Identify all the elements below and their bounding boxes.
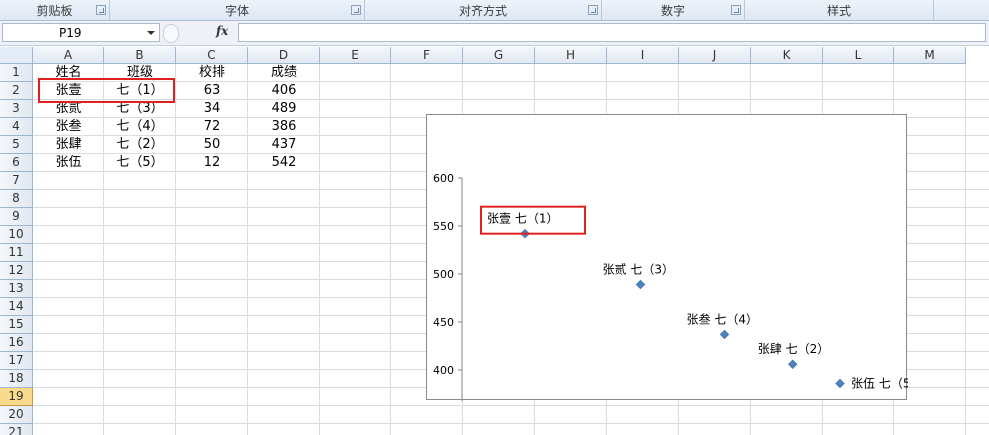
row-header-5[interactable]: 5 bbox=[0, 136, 33, 154]
data-point-label: 张叁 七（4） bbox=[687, 311, 758, 326]
data-cell[interactable]: 七（5） bbox=[104, 154, 176, 172]
select-all-button[interactable] bbox=[0, 47, 33, 64]
dialog-launcher-icon[interactable] bbox=[351, 5, 361, 15]
column-header-k[interactable]: K bbox=[751, 47, 823, 64]
ribbon-group-number: 数字 bbox=[602, 0, 745, 20]
header-cell[interactable]: 校排 bbox=[176, 64, 248, 82]
y-tick-label: 450 bbox=[433, 316, 454, 329]
data-cell[interactable]: 七（2） bbox=[104, 136, 176, 154]
data-cell[interactable]: 张伍 bbox=[33, 154, 104, 172]
row-header-20[interactable]: 20 bbox=[0, 406, 33, 424]
row-header-6[interactable]: 6 bbox=[0, 154, 33, 172]
y-tick-label: 400 bbox=[433, 364, 454, 377]
dialog-launcher-icon[interactable] bbox=[731, 5, 741, 15]
data-point-label: 张伍 七（5） bbox=[851, 376, 908, 390]
column-header-g[interactable]: G bbox=[463, 47, 535, 64]
data-cell[interactable]: 63 bbox=[176, 82, 248, 100]
data-cell[interactable]: 张肆 bbox=[33, 136, 104, 154]
row-header-15[interactable]: 15 bbox=[0, 316, 33, 334]
row-header-7[interactable]: 7 bbox=[0, 172, 33, 190]
column-header-h[interactable]: H bbox=[535, 47, 607, 64]
column-header-f[interactable]: F bbox=[391, 47, 463, 64]
formula-bar-splitter[interactable] bbox=[163, 24, 179, 43]
ribbon-group-strip: 剪贴板 字体 对齐方式 数字 样式 bbox=[0, 0, 989, 21]
chart-canvas: 35040045050055060001020304050607080张壹 七（… bbox=[433, 172, 908, 401]
chevron-down-icon[interactable] bbox=[147, 31, 155, 35]
data-point-marker[interactable] bbox=[787, 359, 798, 370]
row-header-1[interactable]: 1 bbox=[0, 64, 33, 82]
formula-input[interactable] bbox=[238, 23, 986, 42]
data-cell[interactable]: 张叁 bbox=[33, 118, 104, 136]
column-header-a[interactable]: A bbox=[33, 47, 104, 64]
scatter-chart[interactable]: 35040045050055060001020304050607080张壹 七（… bbox=[426, 114, 908, 401]
data-point-label: 张贰 七（3） bbox=[603, 262, 674, 277]
data-point-label: 张壹 七（1） bbox=[487, 212, 558, 226]
worksheet-grid[interactable]: ABCDEFGHIJKLM 1 2 3 4 5 6 7 8 9 10 11 12 13 14 15 16 17 1… bbox=[0, 47, 989, 435]
data-cell[interactable]: 542 bbox=[248, 154, 320, 172]
ribbon-group-clipboard: 剪贴板 bbox=[0, 0, 110, 20]
row-header-14[interactable]: 14 bbox=[0, 298, 33, 316]
data-point-marker[interactable] bbox=[835, 378, 845, 389]
data-cell[interactable]: 七（4） bbox=[104, 118, 176, 136]
insert-function-button[interactable]: fx bbox=[216, 24, 228, 38]
name-box[interactable]: P19 bbox=[2, 23, 160, 42]
row-header-18[interactable]: 18 bbox=[0, 370, 33, 388]
row-header-16[interactable]: 16 bbox=[0, 334, 33, 352]
data-cell[interactable]: 406 bbox=[248, 82, 320, 100]
row-header-2[interactable]: 2 bbox=[0, 82, 33, 100]
column-header-e[interactable]: E bbox=[320, 47, 391, 64]
data-cell[interactable]: 386 bbox=[248, 118, 320, 136]
data-cell[interactable]: 12 bbox=[176, 154, 248, 172]
data-cell[interactable]: 50 bbox=[176, 136, 248, 154]
data-point-label: 张肆 七（2） bbox=[758, 342, 829, 356]
y-tick-label: 500 bbox=[433, 268, 454, 281]
ribbon-group-label: 数字 bbox=[660, 4, 685, 18]
ribbon-group-alignment: 对齐方式 bbox=[365, 0, 602, 20]
formula-bar: P19 fx bbox=[0, 21, 989, 46]
column-header-i[interactable]: I bbox=[607, 47, 679, 64]
data-point-marker[interactable] bbox=[719, 329, 730, 340]
row-header-19[interactable]: 19 bbox=[0, 388, 33, 406]
y-tick-label: 600 bbox=[433, 172, 454, 185]
data-cell[interactable]: 489 bbox=[248, 100, 320, 118]
row-header-17[interactable]: 17 bbox=[0, 352, 33, 370]
gridline-vertical bbox=[390, 64, 391, 435]
header-cell[interactable]: 成绩 bbox=[248, 64, 320, 82]
gridline-horizontal bbox=[33, 405, 989, 406]
row-header-8[interactable]: 8 bbox=[0, 190, 33, 208]
column-header-d[interactable]: D bbox=[248, 47, 320, 64]
gridline-horizontal bbox=[33, 423, 989, 424]
ribbon-group-label: 剪贴板 bbox=[36, 4, 73, 18]
row-header-13[interactable]: 13 bbox=[0, 280, 33, 298]
column-header-b[interactable]: B bbox=[104, 47, 176, 64]
dialog-launcher-icon[interactable] bbox=[96, 5, 106, 15]
row-header-4[interactable]: 4 bbox=[0, 118, 33, 136]
ribbon-group-styles: 样式 bbox=[745, 0, 934, 20]
column-header-c[interactable]: C bbox=[176, 47, 248, 64]
gridline-vertical bbox=[965, 64, 966, 435]
data-cell[interactable]: 34 bbox=[176, 100, 248, 118]
y-tick-label: 550 bbox=[433, 220, 454, 233]
ribbon-group-label: 样式 bbox=[826, 4, 851, 18]
name-box-value: P19 bbox=[59, 26, 82, 40]
data-cell[interactable]: 437 bbox=[248, 136, 320, 154]
row-header-12[interactable]: 12 bbox=[0, 262, 33, 280]
ribbon-group-font: 字体 bbox=[110, 0, 365, 20]
dialog-launcher-icon[interactable] bbox=[588, 5, 598, 15]
data-point-marker[interactable] bbox=[635, 279, 646, 290]
row-header-3[interactable]: 3 bbox=[0, 100, 33, 118]
row-header-21[interactable]: 21 bbox=[0, 424, 33, 435]
ribbon-group-label: 对齐方式 bbox=[458, 4, 507, 18]
row-header-9[interactable]: 9 bbox=[0, 208, 33, 226]
column-header-j[interactable]: J bbox=[679, 47, 751, 64]
ribbon-group-label: 字体 bbox=[224, 4, 249, 18]
row-header-11[interactable]: 11 bbox=[0, 244, 33, 262]
highlight-box bbox=[38, 78, 175, 103]
column-header-m[interactable]: M bbox=[894, 47, 966, 64]
column-header-l[interactable]: L bbox=[823, 47, 894, 64]
data-cell[interactable]: 72 bbox=[176, 118, 248, 136]
row-header-10[interactable]: 10 bbox=[0, 226, 33, 244]
